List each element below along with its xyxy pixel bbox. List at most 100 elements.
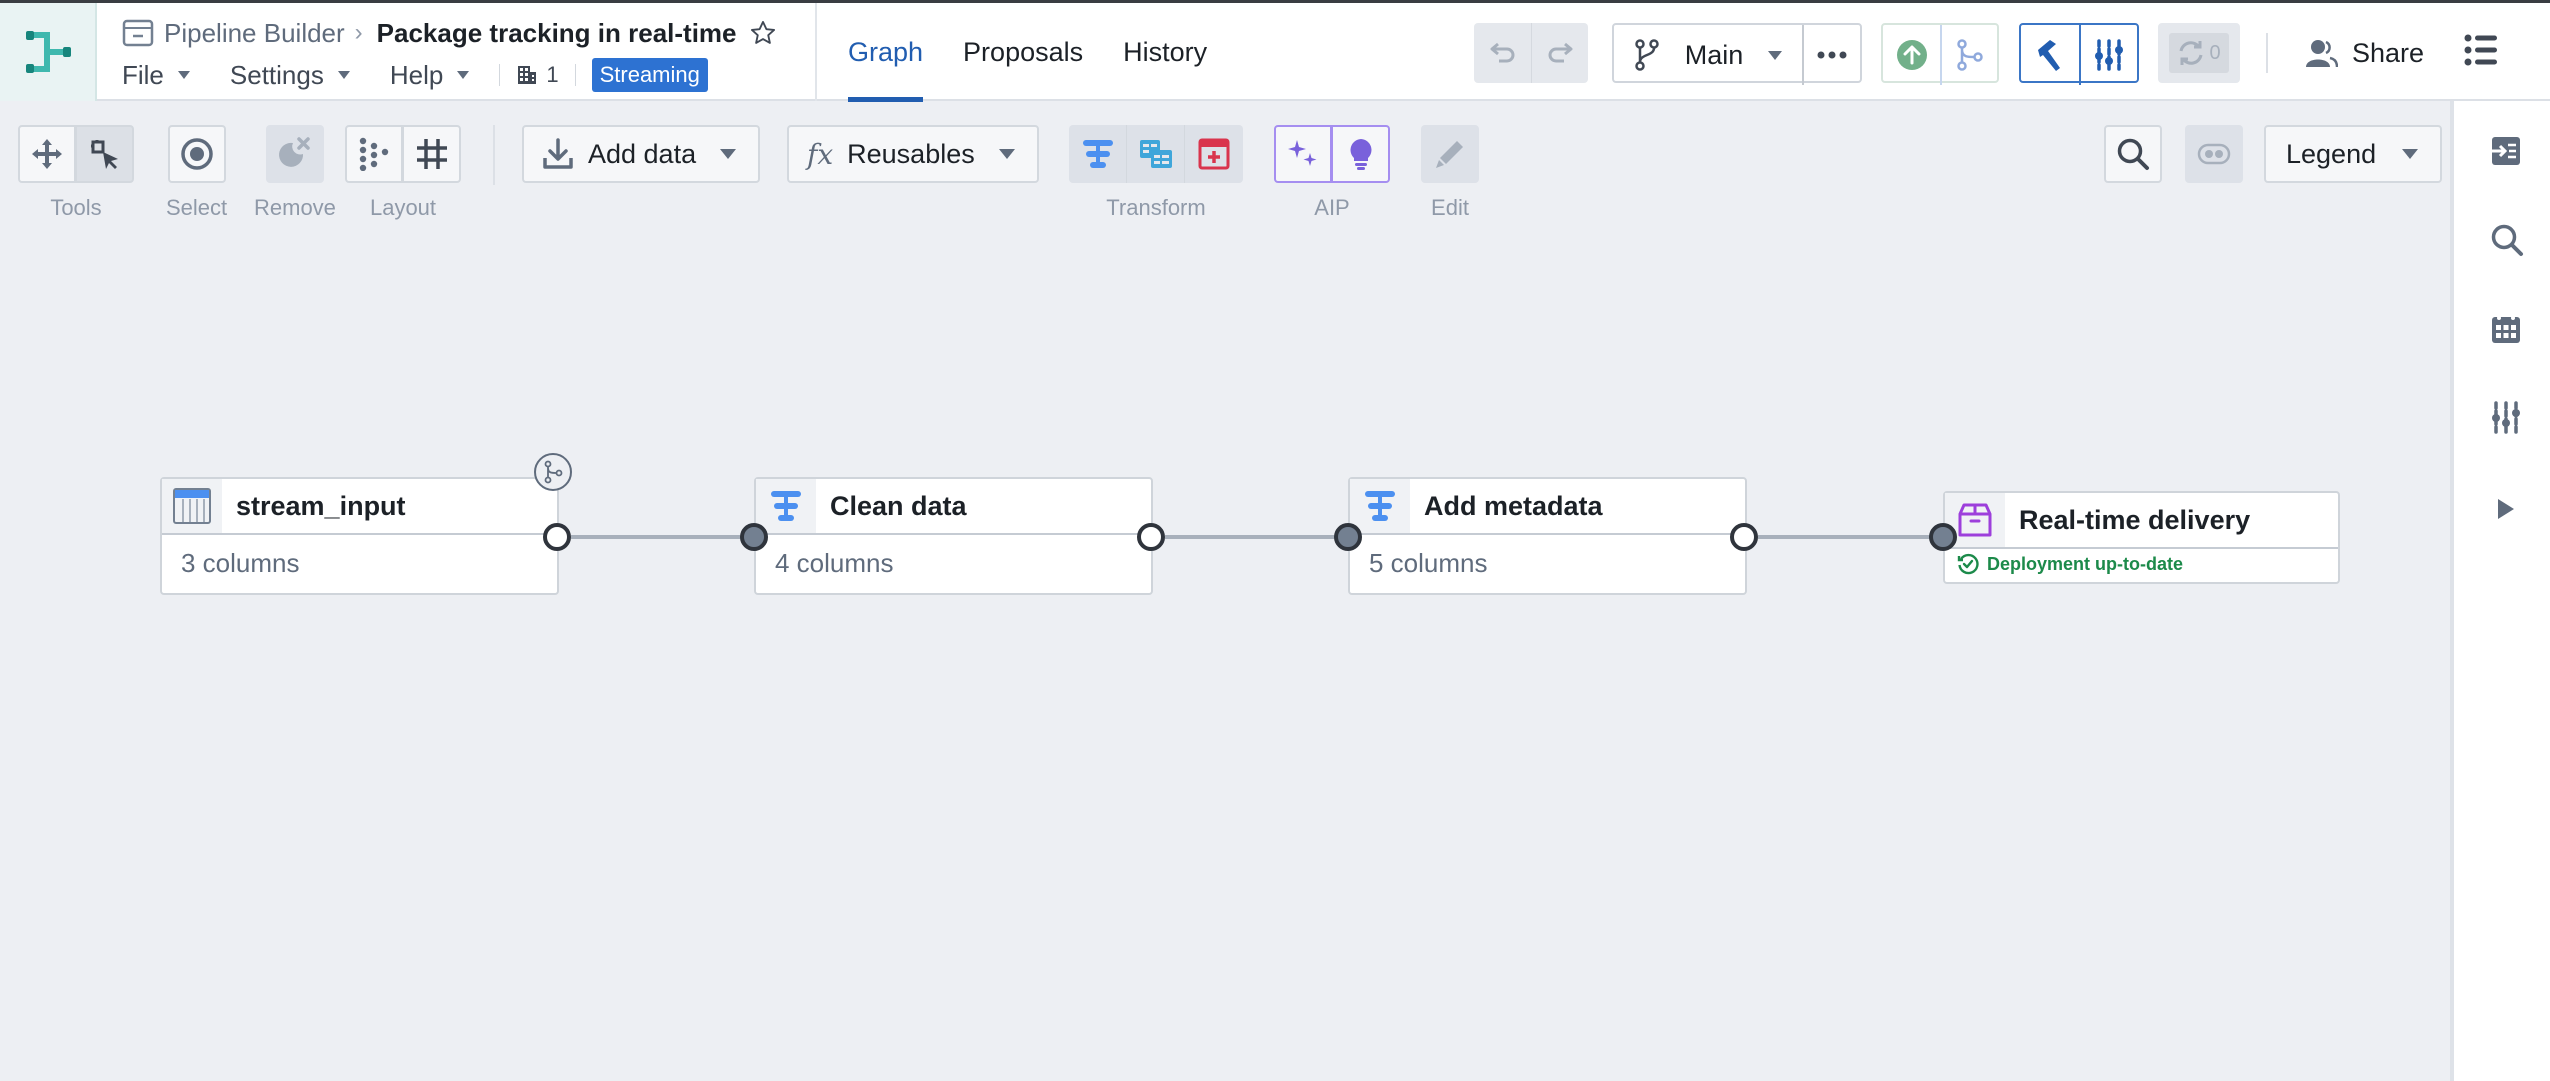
toolbar-divider [493, 125, 495, 185]
tab-history[interactable]: History [1123, 3, 1207, 101]
reusables-button[interactable]: fx Reusables [787, 125, 1039, 183]
calendar-icon [2492, 316, 2520, 343]
graph-toolbar: Tools Select Remove Layout Add data fx R… [0, 103, 2450, 233]
edge-add-metadata-to-real-time-delivery[interactable] [1758, 535, 1943, 539]
deploy-button[interactable] [1883, 25, 1940, 85]
edit-button[interactable] [1421, 125, 1479, 183]
menu-file[interactable]: File [122, 60, 190, 91]
git-merge-icon [544, 460, 563, 484]
favorite-star-icon[interactable] [749, 19, 777, 47]
select-button[interactable] [167, 125, 226, 183]
node-title: Add metadata [1424, 490, 1603, 521]
remove-label: Remove [254, 195, 336, 220]
arrow-up-circle-icon [1896, 40, 1927, 70]
transform-button[interactable] [1069, 125, 1127, 183]
move-icon [32, 139, 62, 169]
breadcrumb: Pipeline Builder › Package tracking in r… [122, 13, 777, 53]
node-stream-input[interactable]: stream_input 3 columns [160, 477, 559, 595]
deployment-status: Deployment up-to-date [1945, 549, 2338, 579]
caret-down-icon [177, 71, 190, 79]
play-icon [2498, 499, 2514, 519]
deploy-group [1881, 23, 1999, 85]
edge-clean-data-to-add-metadata[interactable] [1165, 535, 1350, 539]
pipeline-title[interactable]: Package tracking in real-time [377, 18, 737, 49]
sidebar-settings-button[interactable] [2490, 401, 2522, 435]
input-port[interactable] [1929, 523, 1957, 551]
reusables-label: Reusables [847, 138, 975, 169]
header-divider [2266, 33, 2268, 73]
aip-label: AIP [1314, 195, 1350, 220]
node-icon-container [1350, 479, 1410, 533]
layout-section: Layout [345, 125, 461, 221]
redo-icon [1548, 42, 1573, 63]
sidebar-schedule-button[interactable] [2490, 313, 2522, 345]
node-add-metadata[interactable]: Add metadata 5 columns [1348, 477, 1747, 595]
scatter-layout-icon [359, 137, 389, 171]
node-clean-data[interactable]: Clean data 4 columns [754, 477, 1153, 595]
node-real-time-delivery[interactable]: Real-time delivery Deployment up-to-date [1943, 491, 2340, 584]
sidebar-search-button[interactable] [2490, 223, 2524, 257]
branch-more-button[interactable] [1802, 25, 1860, 85]
graph-canvas[interactable]: stream_input 3 columns Clean data 4 colu… [0, 233, 2450, 1081]
tab-graph[interactable]: Graph [848, 3, 924, 102]
grid-icon [416, 139, 447, 169]
list-view-button[interactable] [2464, 34, 2498, 66]
search-icon [2117, 138, 2149, 170]
propose-button[interactable] [1940, 25, 1997, 85]
redo-button[interactable] [1531, 23, 1588, 83]
caret-down-icon [998, 149, 1015, 159]
share-button[interactable]: Share [2306, 23, 2424, 83]
edit-label: Edit [1431, 195, 1469, 220]
branch-selector[interactable]: Main [1614, 25, 1802, 85]
add-data-button[interactable]: Add data [522, 125, 761, 183]
node-title: Real-time delivery [2019, 504, 2251, 535]
settings-sliders-button[interactable] [2079, 25, 2137, 85]
tab-proposals[interactable]: Proposals [963, 3, 1083, 101]
build-button[interactable] [2021, 25, 2079, 85]
project-count[interactable]: 1 [516, 62, 559, 88]
input-port[interactable] [1334, 523, 1362, 551]
search-graph-button[interactable] [2104, 125, 2162, 183]
auto-layout-button[interactable] [345, 125, 403, 183]
input-port[interactable] [740, 523, 768, 551]
node-icon-container [162, 479, 222, 533]
sidebar-preview-button[interactable] [2496, 497, 2516, 521]
legend-dropdown[interactable]: Legend [2264, 125, 2443, 183]
breadcrumb-app-link[interactable]: Pipeline Builder [164, 18, 345, 49]
sidebar-inputs-button[interactable] [2490, 135, 2522, 167]
pipeline-logo-icon [25, 31, 71, 73]
sync-button[interactable]: 0 [2158, 23, 2240, 83]
menu-help[interactable]: Help [390, 60, 470, 91]
output-port[interactable] [1730, 523, 1758, 551]
sparkles-icon [1288, 140, 1317, 166]
output-port[interactable] [543, 523, 571, 551]
node-header: Add metadata [1350, 479, 1745, 535]
select-box-tool-button[interactable] [76, 125, 134, 183]
node-icon-container [756, 479, 816, 533]
grid-layout-button[interactable] [403, 125, 461, 183]
build-group [2019, 23, 2139, 85]
menu-divider [499, 64, 501, 86]
sliders-icon [2095, 39, 2123, 71]
add-column-button[interactable] [1185, 125, 1243, 183]
deployment-status-text: Deployment up-to-date [1987, 553, 2183, 574]
aip-generate-button[interactable] [1274, 125, 1332, 183]
branch-group: Main [1612, 23, 1862, 85]
edge-stream-input-to-clean-data[interactable] [571, 535, 756, 539]
caret-down-icon [457, 71, 470, 79]
pan-tool-button[interactable] [18, 125, 76, 183]
aip-suggest-button[interactable] [1332, 125, 1390, 183]
pencil-icon [1436, 141, 1463, 168]
undo-button[interactable] [1474, 23, 1531, 83]
node-column-count: 3 columns [181, 547, 300, 578]
menu-bar: File Settings Help 1 Streaming [122, 55, 777, 95]
menu-settings[interactable]: Settings [230, 60, 350, 91]
branch-name: Main [1684, 39, 1744, 70]
output-port[interactable] [1137, 523, 1165, 551]
pipeline-builder-logo[interactable] [0, 3, 97, 101]
transform-icon [1082, 140, 1113, 168]
branch-indicator-badge[interactable] [534, 453, 572, 491]
join-button[interactable] [1127, 125, 1185, 183]
remove-button[interactable] [265, 125, 324, 183]
toggle-view-button[interactable] [2185, 125, 2243, 183]
